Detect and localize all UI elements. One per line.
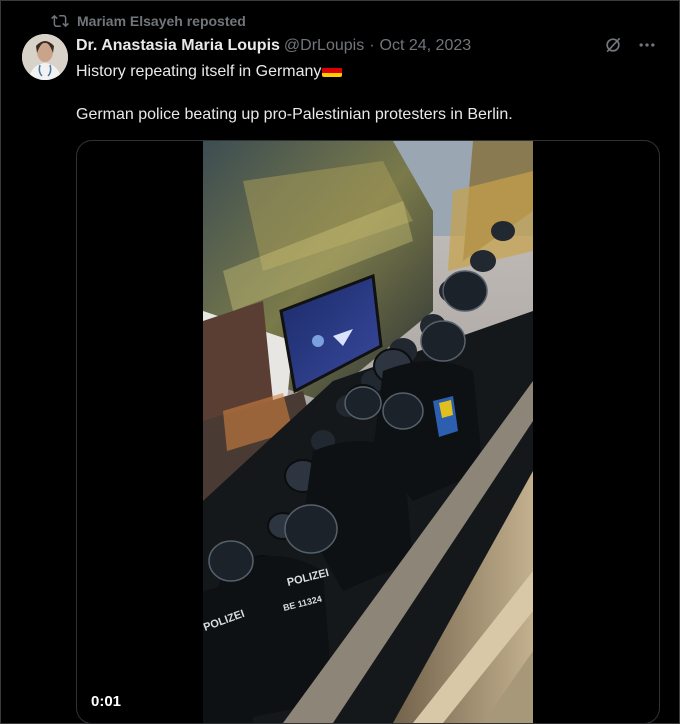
tweet-text-line1: History repeating itself in Germany — [76, 62, 343, 82]
video-frame[interactable]: POLIZEI BE 11324 POLIZEI — [203, 141, 533, 723]
german-flag-icon — [322, 64, 343, 77]
repost-text: Mariam Elsayeh reposted — [77, 13, 246, 29]
separator-dot: · — [369, 37, 375, 54]
grok-icon[interactable] — [603, 35, 623, 55]
post-date[interactable]: Oct 24, 2023 — [380, 37, 472, 55]
avatar[interactable] — [22, 34, 68, 80]
avatar-image — [22, 34, 68, 80]
author-name[interactable]: Dr. Anastasia Maria Loupis — [76, 37, 280, 55]
tweet-window: Mariam Elsayeh reposted Dr. Anastasia Ma… — [0, 0, 680, 724]
more-icon[interactable] — [637, 35, 657, 55]
author-handle[interactable]: @DrLoupis — [284, 37, 364, 55]
repost-indicator[interactable]: Mariam Elsayeh reposted — [51, 11, 246, 31]
tweet-text-line2: German police beating up pro-Palestinian… — [76, 106, 513, 123]
repost-icon — [51, 14, 69, 28]
video-still: POLIZEI BE 11324 POLIZEI — [203, 141, 533, 723]
tweet-header: Dr. Anastasia Maria Loupis @DrLoupis · O… — [76, 36, 471, 56]
video-timestamp: 0:01 — [91, 693, 122, 710]
video-player[interactable]: POLIZEI BE 11324 POLIZEI 0:01 — [76, 140, 660, 724]
tweet-text-line1-content: History repeating itself in Germany — [76, 63, 322, 80]
header-actions — [603, 35, 657, 55]
